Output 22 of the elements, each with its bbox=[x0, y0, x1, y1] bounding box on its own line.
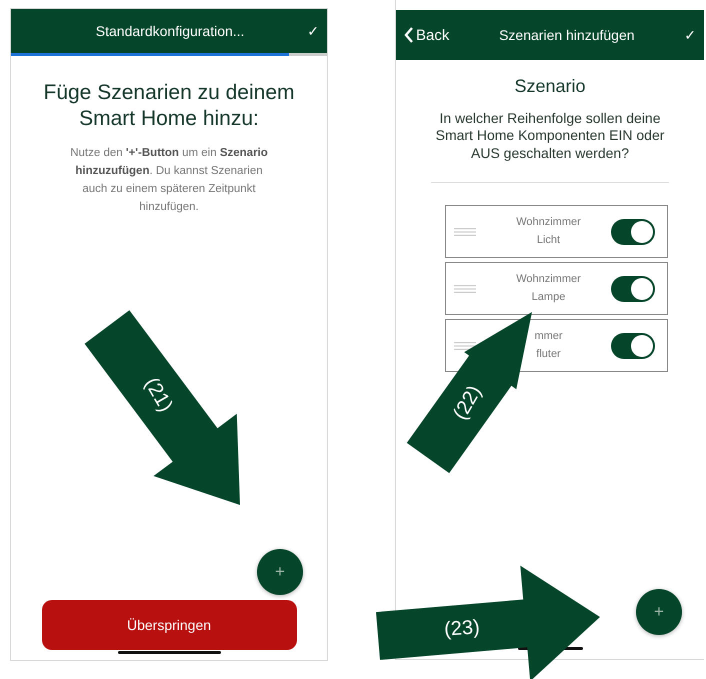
arrow-label: (23) bbox=[444, 616, 481, 642]
device-name: mmer fluter bbox=[533, 329, 564, 362]
toggle-switch[interactable] bbox=[610, 276, 654, 302]
arrow-label: (22) bbox=[448, 381, 486, 424]
screen-title: Standardkonfiguration... bbox=[94, 23, 246, 39]
device-name: Wohnzimmer Lampe bbox=[515, 272, 582, 305]
arrow-label: (21) bbox=[138, 373, 176, 416]
confirm-button[interactable]: ✓ bbox=[307, 22, 319, 40]
back-button[interactable]: Back bbox=[404, 26, 450, 44]
question-text: In welcher Reihenfolge sollen deine Smart Home Komponenten EIN oder AUS geschalten werden? bbox=[434, 110, 666, 162]
screen-title: Szenarien hinzufügen bbox=[498, 27, 636, 43]
device-name: Wohnzimmer Licht bbox=[515, 215, 582, 248]
description: Nutze den '+'-Button um ein Szenario hinzuzufügen. Du kannst Szenarien auch zu einem späteren Zeitpunkt hinzufügen. bbox=[69, 146, 269, 215]
skip-button[interactable]: Überspringen bbox=[42, 600, 296, 650]
add-button[interactable]: + bbox=[257, 549, 303, 595]
toggle-switch[interactable] bbox=[610, 218, 654, 245]
heading: Füge Szenarien zu deinem Smart Home hinzu: bbox=[42, 80, 296, 132]
chevron-left-icon bbox=[404, 27, 414, 43]
heading: Szenario bbox=[513, 76, 587, 98]
add-button[interactable]: + bbox=[636, 589, 682, 635]
toggle-switch[interactable] bbox=[610, 332, 654, 359]
confirm-button[interactable]: ✓ bbox=[684, 26, 696, 44]
